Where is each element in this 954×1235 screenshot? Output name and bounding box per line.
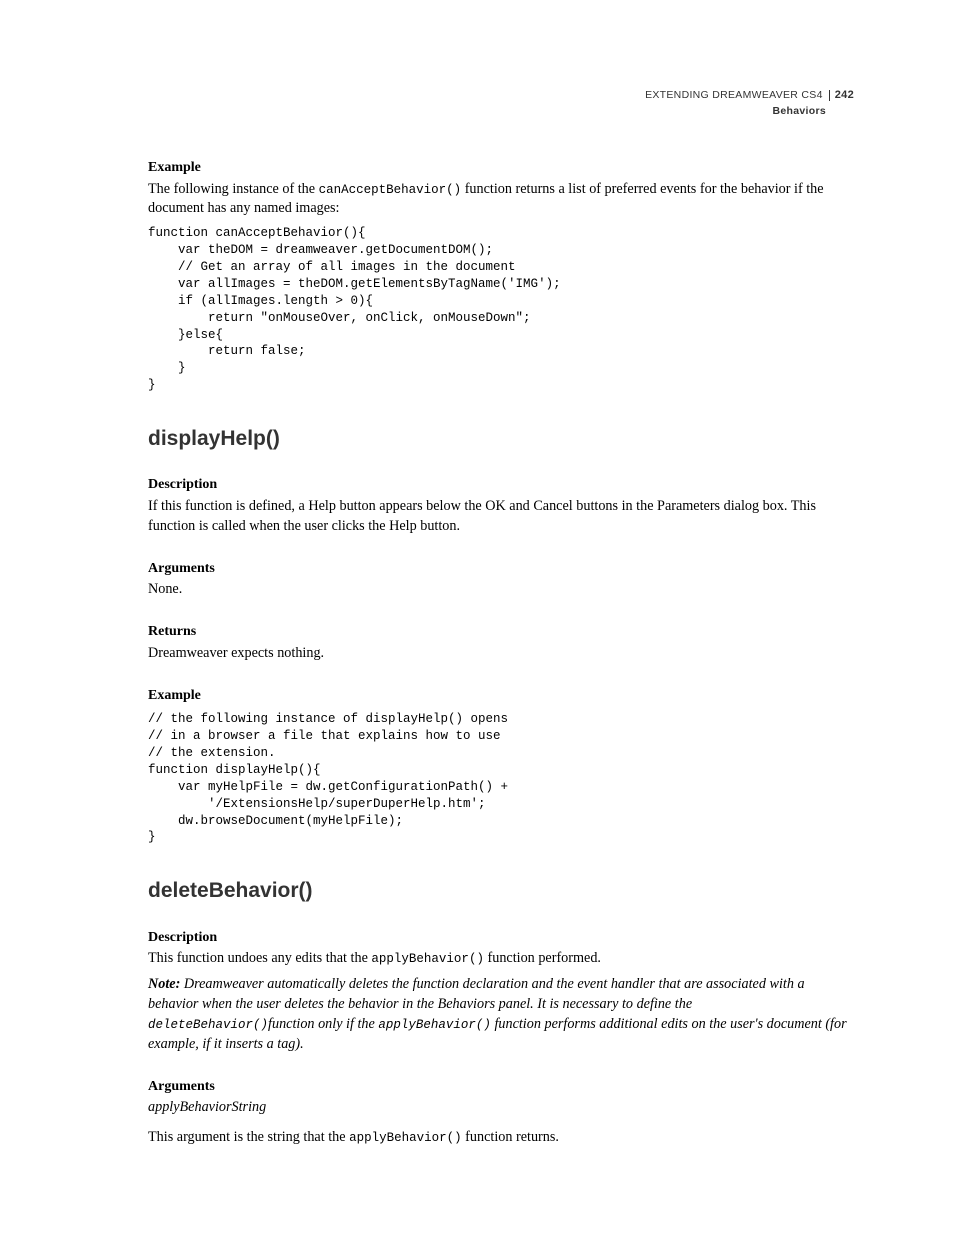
fn-name: applyBehavior() xyxy=(378,1018,491,1032)
fn-name: applyBehavior() xyxy=(349,1131,462,1145)
description-heading: Description xyxy=(148,928,854,948)
fn-name: canAcceptBehavior() xyxy=(319,183,462,197)
arguments-heading: Arguments xyxy=(148,1077,854,1097)
text: function performed. xyxy=(484,950,601,966)
description-text: If this function is defined, a Help butt… xyxy=(148,497,854,537)
page-number: 242 xyxy=(835,88,854,103)
header-line-1: EXTENDING DREAMWEAVER CS4 242 xyxy=(645,88,854,103)
doc-title: EXTENDING DREAMWEAVER CS4 xyxy=(645,88,829,103)
text: The following instance of the xyxy=(148,181,319,197)
section-heading-deletebehavior: deleteBehavior() xyxy=(148,876,854,905)
page: EXTENDING DREAMWEAVER CS4 242 Behaviors … xyxy=(0,0,954,1235)
example-intro: The following instance of the canAcceptB… xyxy=(148,180,854,220)
returns-text: Dreamweaver expects nothing. xyxy=(148,644,854,664)
doc-section: Behaviors xyxy=(645,104,854,119)
arguments-heading: Arguments xyxy=(148,559,854,579)
text: This function undoes any edits that the xyxy=(148,950,371,966)
running-header: EXTENDING DREAMWEAVER CS4 242 Behaviors xyxy=(645,88,854,119)
returns-heading: Returns xyxy=(148,622,854,642)
fn-name: deleteBehavior() xyxy=(148,1018,268,1032)
note-paragraph: Note: Dreamweaver automatically deletes … xyxy=(148,975,854,1055)
text: This argument is the string that the xyxy=(148,1129,349,1145)
argument-description: This argument is the string that the app… xyxy=(148,1128,854,1148)
argument-name: applyBehaviorString xyxy=(148,1098,854,1118)
description-text: This function undoes any edits that the … xyxy=(148,949,854,969)
section-heading-displayhelp: displayHelp() xyxy=(148,424,854,453)
arguments-text: None. xyxy=(148,580,854,600)
example-heading: Example xyxy=(148,686,854,706)
note-text: Dreamweaver automatically deletes the fu… xyxy=(148,976,805,1012)
text: function returns. xyxy=(462,1129,559,1145)
fn-name: applyBehavior() xyxy=(371,952,484,966)
page-content: Example The following instance of the ca… xyxy=(148,158,854,1148)
code-block: function canAcceptBehavior(){ var theDOM… xyxy=(148,225,854,394)
description-heading: Description xyxy=(148,475,854,495)
code-block: // the following instance of displayHelp… xyxy=(148,711,854,846)
example-heading: Example xyxy=(148,158,854,178)
note-label: Note: xyxy=(148,976,180,992)
header-separator xyxy=(829,90,830,101)
note-text: function only if the xyxy=(268,1016,378,1032)
